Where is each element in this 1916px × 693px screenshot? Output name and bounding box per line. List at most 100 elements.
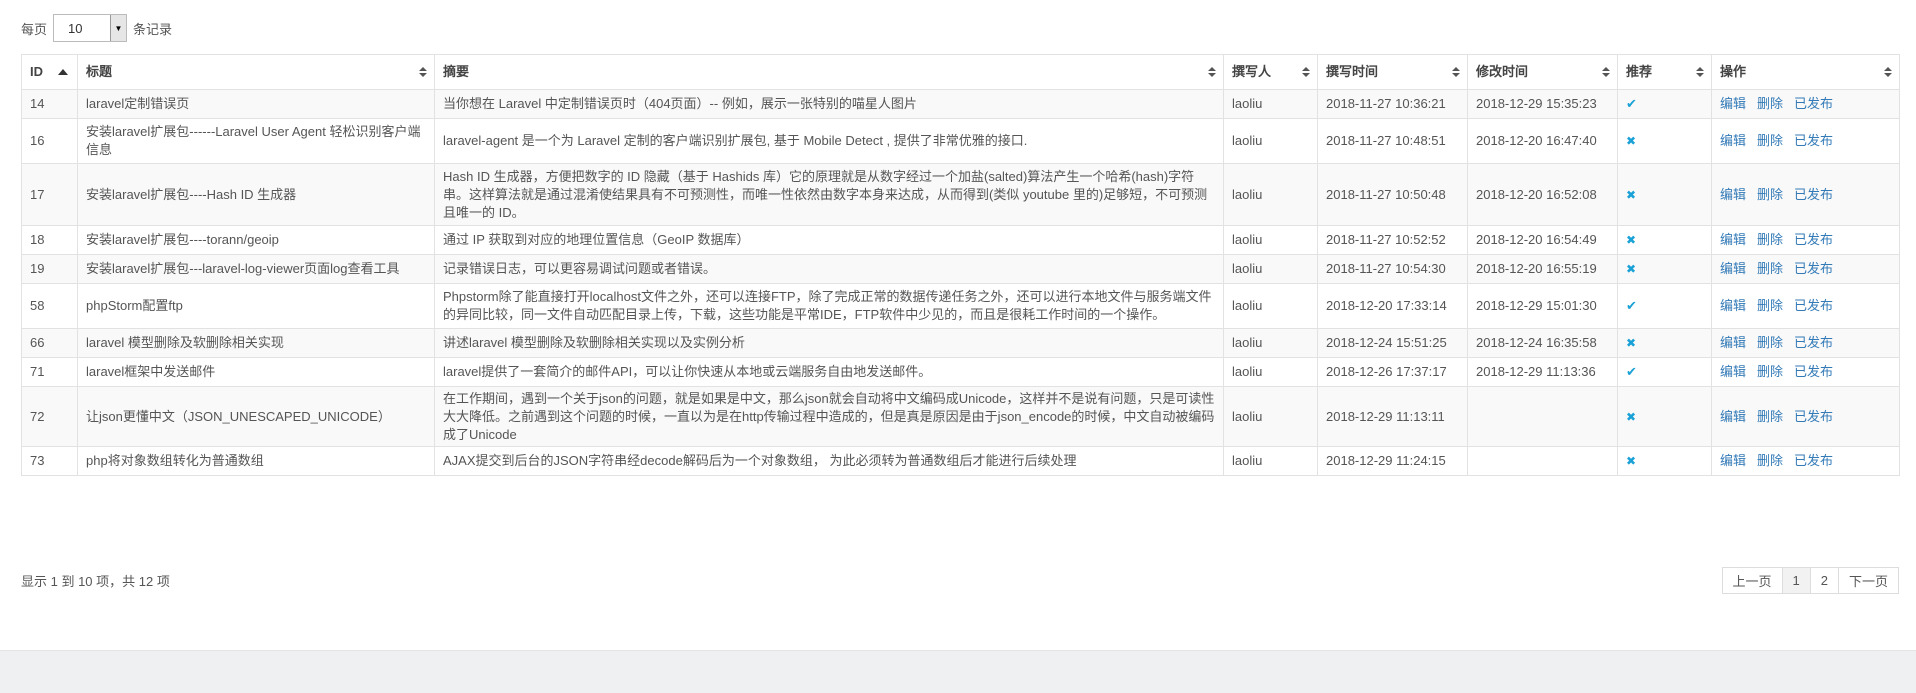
edit-link[interactable]: 编辑 [1720,133,1746,148]
sort-icon [1452,67,1460,77]
column-header-author[interactable]: 撰写人 [1223,54,1318,90]
cell-title: phpStorm配置ftp [77,283,435,329]
cell-actions: 编辑 删除 已发布 [1711,446,1900,476]
delete-link[interactable]: 删除 [1757,187,1783,202]
delete-link[interactable]: 删除 [1757,133,1783,148]
delete-link[interactable]: 删除 [1757,364,1783,379]
edit-link[interactable]: 编辑 [1720,298,1746,313]
delete-link[interactable]: 删除 [1757,96,1783,111]
cross-icon: ✖ [1626,134,1637,148]
column-header-id[interactable]: ID [21,54,78,90]
chevron-down-icon[interactable]: ▼ [110,15,127,41]
status-link[interactable]: 已发布 [1794,96,1833,111]
cell-author: laoliu [1223,225,1318,255]
status-link[interactable]: 已发布 [1794,364,1833,379]
cell-modified: 2018-12-29 15:01:30 [1467,283,1618,329]
pagination: 上一页 1 2 下一页 [1721,567,1899,594]
cell-id: 58 [21,283,78,329]
status-link[interactable]: 已发布 [1794,409,1833,424]
edit-link[interactable]: 编辑 [1720,364,1746,379]
cell-author: laoliu [1223,118,1318,164]
cell-id: 71 [21,357,78,387]
edit-link[interactable]: 编辑 [1720,335,1746,350]
table-row: 66 laravel 模型删除及软删除相关实现 讲述laravel 模型删除及软删除… [21,328,1900,358]
column-header-summary[interactable]: 摘要 [434,54,1224,90]
cell-created: 2018-12-24 15:51:25 [1317,328,1468,358]
column-header-title[interactable]: 标题 [77,54,435,90]
cell-id: 19 [21,254,78,284]
table-row: 58 phpStorm配置ftp Phpstorm除了能直接打开localhost文… [21,283,1900,329]
cell-title: 安装laravel扩展包----Hash ID 生成器 [77,163,435,226]
status-link[interactable]: 已发布 [1794,187,1833,202]
table-header-row: ID 标题 摘要 撰写人 撰写时间 修改时间 推荐 操作 [21,54,1900,90]
table-row: 72 让json更懂中文（JSON_UNESCAPED_UNICODE） 在工作期间… [21,386,1900,447]
cell-modified: 2018-12-20 16:55:19 [1467,254,1618,284]
cell-recommend: ✖ [1617,328,1712,358]
cell-modified: 2018-12-24 16:35:58 [1467,328,1618,358]
cell-author: laoliu [1223,328,1318,358]
delete-link[interactable]: 删除 [1757,335,1783,350]
check-icon: ✔ [1626,96,1637,111]
table-info: 显示 1 到 10 项，共 12 项 [21,574,170,589]
cell-created: 2018-11-27 10:54:30 [1317,254,1468,284]
cell-actions: 编辑 删除 已发布 [1711,225,1900,255]
cell-modified: 2018-12-29 11:13:36 [1467,357,1618,387]
edit-link[interactable]: 编辑 [1720,409,1746,424]
cell-id: 16 [21,118,78,164]
cross-icon: ✖ [1626,262,1637,276]
cross-icon: ✖ [1626,336,1637,350]
delete-link[interactable]: 删除 [1757,298,1783,313]
page-length-select[interactable]: 10 ▼ [53,14,128,42]
status-link[interactable]: 已发布 [1794,335,1833,350]
table-row: 16 安装laravel扩展包------Laravel User Agent 轻… [21,118,1900,164]
table-row: 19 安装laravel扩展包---laravel-log-viewer页面log… [21,254,1900,284]
edit-link[interactable]: 编辑 [1720,261,1746,276]
delete-link[interactable]: 删除 [1757,453,1783,468]
pagination-prev-button[interactable]: 上一页 [1721,567,1783,594]
edit-link[interactable]: 编辑 [1720,232,1746,247]
edit-link[interactable]: 编辑 [1720,453,1746,468]
check-icon: ✔ [1626,298,1637,313]
column-header-created[interactable]: 撰写时间 [1317,54,1468,90]
status-link[interactable]: 已发布 [1794,261,1833,276]
delete-link[interactable]: 删除 [1757,232,1783,247]
status-link[interactable]: 已发布 [1794,133,1833,148]
status-link[interactable]: 已发布 [1794,298,1833,313]
cell-recommend: ✔ [1617,89,1712,119]
cell-author: laoliu [1223,89,1318,119]
pagination-page-2[interactable]: 2 [1809,567,1839,594]
cell-recommend: ✖ [1617,118,1712,164]
cell-actions: 编辑 删除 已发布 [1711,254,1900,284]
delete-link[interactable]: 删除 [1757,409,1783,424]
delete-link[interactable]: 删除 [1757,261,1783,276]
cell-actions: 编辑 删除 已发布 [1711,357,1900,387]
cell-title: 让json更懂中文（JSON_UNESCAPED_UNICODE） [77,386,435,447]
cell-id: 72 [21,386,78,447]
cross-icon: ✖ [1626,233,1637,247]
cell-recommend: ✔ [1617,357,1712,387]
cell-modified: 2018-12-29 15:35:23 [1467,89,1618,119]
cell-author: laoliu [1223,163,1318,226]
cell-modified: 2018-12-20 16:47:40 [1467,118,1618,164]
cell-recommend: ✔ [1617,283,1712,329]
cell-author: laoliu [1223,254,1318,284]
table-row: 18 安装laravel扩展包----torann/geoip 通过 IP 获取到对… [21,225,1900,255]
cell-title: 安装laravel扩展包---laravel-log-viewer页面log查看… [77,254,435,284]
status-link[interactable]: 已发布 [1794,232,1833,247]
edit-link[interactable]: 编辑 [1720,96,1746,111]
pagination-next-button[interactable]: 下一页 [1837,567,1899,594]
status-link[interactable]: 已发布 [1794,453,1833,468]
cell-actions: 编辑 删除 已发布 [1711,163,1900,226]
cell-created: 2018-11-27 10:50:48 [1317,163,1468,226]
cell-created: 2018-12-20 17:33:14 [1317,283,1468,329]
pagination-page-1[interactable]: 1 [1781,567,1811,594]
length-prefix: 每页 [21,21,48,37]
cell-created: 2018-11-27 10:48:51 [1317,118,1468,164]
cell-recommend: ✖ [1617,386,1712,447]
sort-icon [1208,67,1216,77]
cell-recommend: ✖ [1617,254,1712,284]
edit-link[interactable]: 编辑 [1720,187,1746,202]
column-header-modified[interactable]: 修改时间 [1467,54,1618,90]
column-header-recommend[interactable]: 推荐 [1617,54,1712,90]
column-header-actions[interactable]: 操作 [1711,54,1900,90]
